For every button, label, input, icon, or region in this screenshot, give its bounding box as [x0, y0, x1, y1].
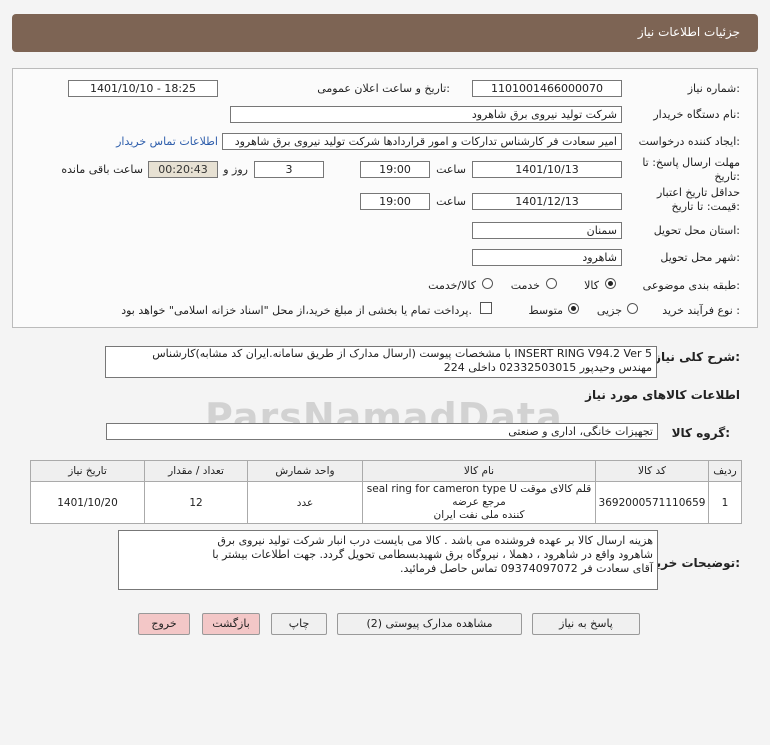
- col-code: کد کالا: [595, 460, 709, 482]
- goods-group-label: گروه کالا:: [671, 426, 730, 440]
- view-attachments-button[interactable]: مشاهده مدارک پیوستی (2): [337, 613, 522, 635]
- exit-button[interactable]: خروج: [138, 613, 190, 635]
- cell-name: قلم کالای موقت seal ring for cameron typ…: [362, 481, 596, 524]
- purchase-minor-label: جزیی: [596, 304, 622, 317]
- cell-name-line-1: قلم کالای موقت seal ring for cameron typ…: [366, 483, 592, 508]
- category-goods-radio[interactable]: [605, 278, 616, 289]
- category-goods-label: کالا: [584, 279, 599, 292]
- purchase-medium-label: متوسط: [528, 304, 563, 317]
- col-row: ردیف: [708, 460, 742, 482]
- response-deadline-date: 1401/10/13: [472, 161, 622, 178]
- description-label: شرح کلی نیاز:: [654, 350, 740, 364]
- print-button[interactable]: چاپ: [271, 613, 327, 635]
- col-qty: تعداد / مقدار: [144, 460, 248, 482]
- treasury-payment-label: پرداخت تمام یا بخشی از مبلغ خرید،از محل …: [121, 304, 472, 317]
- purchase-medium-radio[interactable]: [568, 303, 579, 314]
- response-deadline-time: 19:00: [360, 161, 430, 178]
- buyer-notes-line-3: آقای سعادت فر 09374097072 تماس حاصل فرما…: [400, 562, 653, 575]
- delivery-province-field: سمنان: [472, 222, 622, 239]
- category-service-radio[interactable]: [546, 278, 557, 289]
- purchase-minor-radio[interactable]: [627, 303, 638, 314]
- goods-group-field: تجهیزات خانگی، اداری و صنعتی: [106, 423, 658, 440]
- buyer-org-label: نام دستگاه خریدار:: [653, 108, 740, 121]
- requester-field: امیر سعادت فر کارشناس تدارکات و امور قرا…: [222, 133, 622, 150]
- delivery-city-field: شاهرود: [472, 249, 622, 266]
- goods-table-header: ردیف کد کالا نام کالا واحد شمارش تعداد /…: [30, 460, 742, 482]
- buyer-notes-line-1: هزینه ارسال کالا بر عهده فروشنده می باشد…: [217, 534, 653, 547]
- goods-table: ردیف کد کالا نام کالا واحد شمارش تعداد /…: [30, 460, 742, 524]
- cell-unit: عدد: [247, 481, 363, 524]
- need-number-field: 1101001466000070: [472, 80, 622, 97]
- description-line-1: INSERT RING V94.2 Ver 5 با مشخصات پیوست …: [152, 347, 652, 360]
- cell-code: 3692000571110659: [595, 481, 709, 524]
- cell-name-line-2: کننده ملی نفت ایران: [433, 509, 525, 521]
- cell-qty: 12: [144, 481, 248, 524]
- response-deadline-label: مهلت ارسال پاسخ: تا تاریخ:: [642, 156, 740, 183]
- delivery-city-label: شهر محل تحویل:: [660, 251, 740, 264]
- reply-button[interactable]: پاسخ به نیاز: [532, 613, 640, 635]
- col-date: تاریخ نیاز: [30, 460, 145, 482]
- remaining-days-label: روز و: [223, 163, 248, 176]
- page-header: جزئیات اطلاعات نیاز: [12, 14, 758, 52]
- category-goods-service-label: کالا/خدمت: [428, 279, 476, 292]
- col-name: نام کالا: [362, 460, 596, 482]
- col-unit: واحد شمارش: [247, 460, 363, 482]
- need-number-label: شماره نیاز:: [687, 82, 740, 95]
- description-field: INSERT RING V94.2 Ver 5 با مشخصات پیوست …: [105, 346, 657, 378]
- category-label: طبقه بندی موضوعی:: [642, 279, 740, 292]
- table-row: 1 3692000571110659 قلم کالای موقت seal r…: [30, 481, 742, 524]
- buyer-org-field: شرکت تولید نیروی برق شاهرود: [230, 106, 622, 123]
- category-goods-service-radio[interactable]: [482, 278, 493, 289]
- buyer-contact-link[interactable]: اطلاعات تماس خریدار: [116, 135, 218, 148]
- description-line-2: مهندس وحیدپور 02332503015 داخلی 224: [443, 361, 652, 374]
- category-service-label: خدمت: [510, 279, 540, 292]
- price-validity-time: 19:00: [360, 193, 430, 210]
- price-validity-date: 1401/12/13: [472, 193, 622, 210]
- back-button[interactable]: بازگشت: [202, 613, 260, 635]
- page-title: جزئیات اطلاعات نیاز: [637, 25, 740, 39]
- remaining-time-field: 00:20:43: [148, 161, 218, 178]
- delivery-province-label: استان محل تحویل:: [653, 224, 740, 237]
- price-validity-label: حداقل تاریخ اعتبار قیمت: تا تاریخ:: [656, 186, 740, 213]
- response-time-label: ساعت: [436, 163, 466, 176]
- remaining-days-field: 3: [254, 161, 324, 178]
- treasury-payment-checkbox[interactable]: [480, 302, 492, 314]
- goods-info-heading: اطلاعات کالاهای مورد نیاز: [585, 388, 740, 402]
- purchase-type-label: نوع فرآیند خرید :: [662, 304, 740, 317]
- buyer-notes-line-2: شاهرود واقع در شاهرود ، دهملا ، نیروگاه …: [212, 548, 653, 561]
- announce-datetime-label: تاریخ و ساعت اعلان عمومی:: [317, 82, 450, 95]
- cell-row: 1: [708, 481, 742, 524]
- announce-datetime-field: 1401/10/10 - 18:25: [68, 80, 218, 97]
- price-validity-time-label: ساعت: [436, 195, 466, 208]
- remaining-time-label: ساعت باقی مانده: [61, 163, 143, 176]
- buyer-notes-field: هزینه ارسال کالا بر عهده فروشنده می باشد…: [118, 530, 658, 590]
- cell-date: 1401/10/20: [30, 481, 145, 524]
- requester-label: ایجاد کننده درخواست:: [638, 135, 740, 148]
